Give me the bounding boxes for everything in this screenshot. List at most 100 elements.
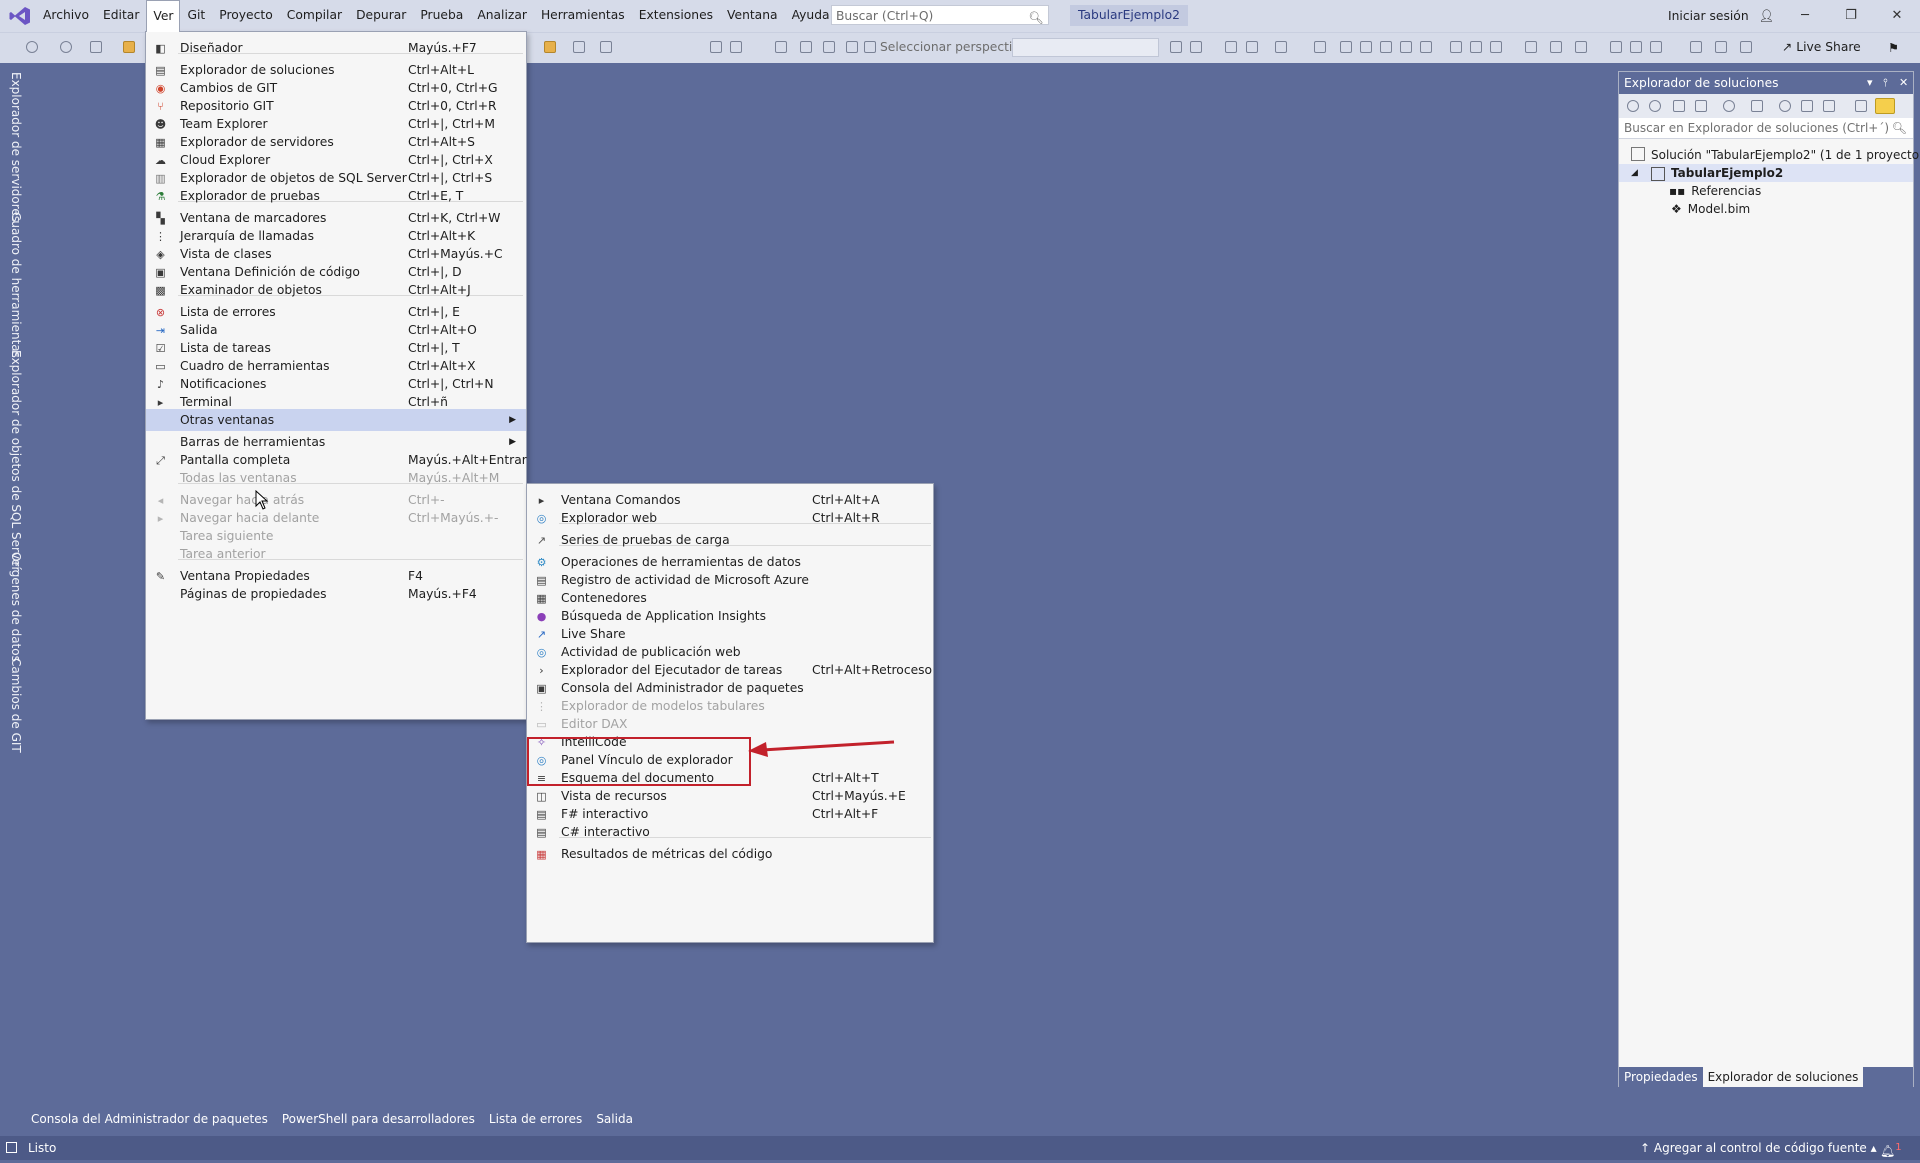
same-size-icon[interactable] bbox=[1650, 41, 1662, 53]
ver-menu-item-disenador[interactable]: ◧ Diseñador Mayús.+F7 bbox=[146, 37, 526, 59]
menu-extensiones[interactable]: Extensiones bbox=[632, 0, 720, 32]
expand-arrow-icon[interactable]: ◢ bbox=[1631, 164, 1638, 182]
nav-back-icon[interactable] bbox=[26, 41, 38, 53]
same-height-icon[interactable] bbox=[1630, 41, 1642, 53]
perspective-icon[interactable] bbox=[864, 41, 876, 53]
perspective-select[interactable] bbox=[1012, 38, 1159, 57]
measure-icon[interactable] bbox=[846, 41, 858, 53]
properties-wrench-icon[interactable] bbox=[1855, 100, 1867, 112]
format-icon[interactable] bbox=[1190, 41, 1202, 53]
menu-ver[interactable]: Ver bbox=[146, 0, 181, 32]
filter-icon[interactable] bbox=[1400, 41, 1412, 53]
open-file-icon[interactable] bbox=[544, 41, 556, 53]
spacing-icon[interactable] bbox=[1690, 41, 1702, 53]
tree-project-node[interactable]: ◢ TabularEjemplo2 bbox=[1619, 164, 1913, 182]
ver-menu-item-examinador-de-objetos[interactable]: ▩ Examinador de objetos Ctrl+Alt+J bbox=[146, 279, 526, 301]
forward-icon[interactable] bbox=[1649, 100, 1661, 112]
left-tab-toolbox[interactable]: Cuadro de herramientas bbox=[7, 212, 23, 358]
close-button[interactable]: ✕ bbox=[1874, 0, 1920, 32]
add-to-source-control-button[interactable]: ↑ Agregar al control de código fuente ▴ bbox=[1640, 1136, 1877, 1160]
camera-icon[interactable] bbox=[573, 41, 585, 53]
grid-view-icon[interactable] bbox=[1225, 41, 1237, 53]
search-input[interactable]: Buscar (Ctrl+Q) 🔍︎ bbox=[831, 5, 1049, 25]
align-middle-icon[interactable] bbox=[1550, 41, 1562, 53]
sort-desc-icon[interactable] bbox=[1380, 41, 1392, 53]
clear-filter-icon[interactable] bbox=[1420, 41, 1432, 53]
sort-icon[interactable] bbox=[1340, 41, 1352, 53]
table-icon[interactable] bbox=[600, 41, 612, 53]
left-tab-sql-object-explorer[interactable]: Explorador de objetos de SQL Server bbox=[7, 350, 23, 571]
show-all-files-icon[interactable] bbox=[1823, 100, 1835, 112]
tab-developer-powershell[interactable]: PowerShell para desarrolladores bbox=[275, 1110, 482, 1130]
menu-depurar[interactable]: Depurar bbox=[349, 0, 413, 32]
ver-menu-item-paginas-de-propiedades[interactable]: Páginas de propiedades Mayús.+F4 bbox=[146, 583, 526, 605]
diagram-view-icon[interactable] bbox=[1246, 41, 1258, 53]
left-tab-git-changes[interactable]: Cambios de GIT bbox=[7, 658, 23, 753]
pin-icon[interactable]: ⫯ bbox=[1883, 72, 1888, 94]
menu-herramientas[interactable]: Herramientas bbox=[534, 0, 632, 32]
signin-link[interactable]: Iniciar sesión 👤︎ bbox=[1668, 0, 1774, 32]
left-tab-data-sources[interactable]: Orígenes de datos bbox=[7, 552, 23, 662]
menu-editar[interactable]: Editar bbox=[96, 0, 146, 32]
feedback-icon[interactable]: ⚑ bbox=[1888, 41, 1900, 55]
menu-prueba[interactable]: Prueba bbox=[413, 0, 470, 32]
preview-icon[interactable] bbox=[1875, 98, 1895, 114]
menu-analizar[interactable]: Analizar bbox=[470, 0, 534, 32]
new-project-icon[interactable] bbox=[90, 41, 102, 53]
tab-output[interactable]: Salida bbox=[589, 1110, 640, 1130]
menu-git[interactable]: Git bbox=[180, 0, 212, 32]
column-icon[interactable] bbox=[823, 41, 835, 53]
menu-compilar[interactable]: Compilar bbox=[280, 0, 349, 32]
pending-changes-filter-icon[interactable] bbox=[1723, 100, 1735, 112]
solution-search-input[interactable]: Buscar en Explorador de soluciones (Ctrl… bbox=[1619, 118, 1913, 139]
sync-icon[interactable] bbox=[1751, 100, 1763, 112]
tree-solution-node[interactable]: Solución "TabularEjemplo2" (1 de 1 proye… bbox=[1631, 146, 1920, 164]
tree-model-node[interactable]: ❖ Model.bim bbox=[1671, 200, 1750, 218]
find-icon[interactable] bbox=[1170, 41, 1182, 53]
database-icon[interactable] bbox=[775, 41, 787, 53]
minimize-button[interactable]: ─ bbox=[1782, 0, 1828, 32]
submenu-item-resultados-de-metricas-del-codigo[interactable]: ▦ Resultados de métricas del código bbox=[527, 843, 933, 865]
open-folder-icon[interactable] bbox=[123, 41, 135, 53]
tab-solution-explorer[interactable]: Explorador de soluciones bbox=[1702, 1067, 1864, 1087]
submenu-item-c-interactivo[interactable]: ▤ C# interactivo bbox=[527, 821, 933, 843]
size-to-grid-icon[interactable] bbox=[1740, 41, 1752, 53]
menu-proyecto[interactable]: Proyecto bbox=[212, 0, 279, 32]
home-icon[interactable] bbox=[1673, 100, 1685, 112]
tree-references-node[interactable]: ▪▪ Referencias bbox=[1669, 182, 1761, 200]
restore-button[interactable]: ❐ bbox=[1828, 0, 1874, 32]
menu-ventana[interactable]: Ventana bbox=[720, 0, 785, 32]
menu-ayuda[interactable]: Ayuda bbox=[785, 0, 837, 32]
submenu-item-series-de-pruebas-de-carga[interactable]: ↗ Series de pruebas de carga bbox=[527, 529, 933, 551]
vertical-spacing-icon[interactable] bbox=[1715, 41, 1727, 53]
chevron-down-icon[interactable]: ▾ bbox=[1867, 72, 1873, 94]
expand-icon[interactable] bbox=[710, 41, 722, 53]
sort-asc-icon[interactable] bbox=[1360, 41, 1372, 53]
submenu-item-explorador-web[interactable]: ◎ Explorador web Ctrl+Alt+R bbox=[527, 507, 933, 529]
notifications-button[interactable]: 🔔︎1 bbox=[1880, 1136, 1902, 1163]
align-top-icon[interactable] bbox=[1525, 41, 1537, 53]
align-center-icon[interactable] bbox=[1470, 41, 1482, 53]
close-icon[interactable]: ✕ bbox=[1899, 72, 1908, 94]
nav-forward-icon[interactable] bbox=[60, 41, 72, 53]
tab-error-list[interactable]: Lista de errores bbox=[482, 1110, 589, 1130]
same-width-icon[interactable] bbox=[1610, 41, 1622, 53]
refresh-icon[interactable] bbox=[1779, 100, 1791, 112]
ver-menu-item-otras-ventanas[interactable]: Otras ventanas ▶ bbox=[146, 409, 526, 431]
align-icon[interactable] bbox=[1275, 41, 1287, 53]
left-tab-server-explorer[interactable]: Explorador de servidores bbox=[7, 72, 23, 222]
align-left-icon[interactable] bbox=[1450, 41, 1462, 53]
ver-menu-item-explorador-de-pruebas[interactable]: ⚗ Explorador de pruebas Ctrl+E, T bbox=[146, 185, 526, 207]
live-share-button[interactable]: ↗ Live Share bbox=[1782, 33, 1861, 62]
tab-package-manager-console[interactable]: Consola del Administrador de paquetes bbox=[24, 1110, 275, 1130]
grid-icon[interactable] bbox=[800, 41, 812, 53]
menu-archivo[interactable]: Archivo bbox=[36, 0, 96, 32]
switch-views-icon[interactable] bbox=[1695, 100, 1707, 112]
align-right-icon[interactable] bbox=[1490, 41, 1502, 53]
back-icon[interactable] bbox=[1627, 100, 1639, 112]
tab-properties[interactable]: Propiedades bbox=[1619, 1067, 1703, 1087]
visual-studio-logo-icon[interactable] bbox=[9, 6, 31, 26]
sum-icon[interactable] bbox=[1314, 41, 1326, 53]
align-bottom-icon[interactable] bbox=[1575, 41, 1587, 53]
collapse-icon[interactable] bbox=[730, 41, 742, 53]
